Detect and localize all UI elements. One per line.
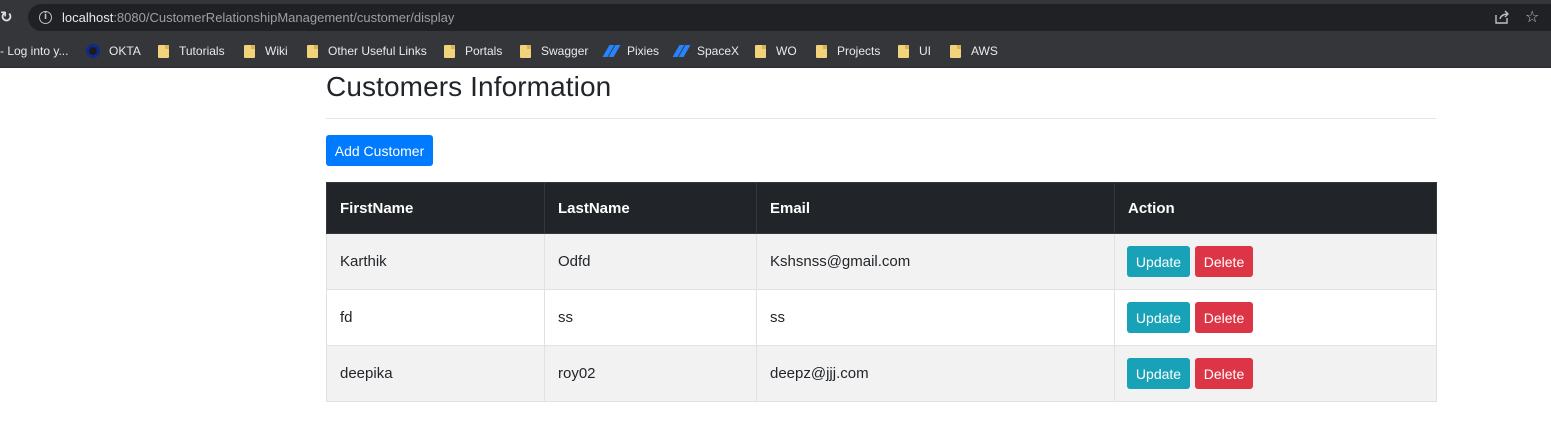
bookmark-label: Swagger [541, 44, 589, 58]
bookmark-label: Wiki [265, 44, 288, 58]
bookmark-label: UI [919, 44, 931, 58]
table-row: deepika roy02 deepz@jjj.com Update Delet… [326, 345, 1437, 402]
folder-icon [158, 44, 169, 58]
cell-lastname: roy02 [544, 345, 757, 402]
cell-actions: Update Delete [1114, 345, 1437, 402]
page-title: Customers Information [326, 71, 612, 102]
url-text[interactable]: localhost:8080/CustomerRelationshipManag… [62, 10, 454, 25]
bookmark-log-into[interactable]: - Log into y... [0, 42, 68, 60]
cell-email: ss [756, 289, 1115, 346]
header-email: Email [756, 182, 1115, 234]
bookmark-other-useful-links[interactable]: Other Useful Links [307, 42, 427, 60]
table-row: Karthik Odfd Kshsnss@gmail.com Update De… [326, 233, 1437, 290]
bookmark-portals[interactable]: Portals [444, 42, 502, 60]
cell-firstname: fd [326, 289, 545, 346]
bookmark-label: Other Useful Links [328, 44, 427, 58]
update-button[interactable]: Update [1127, 358, 1190, 389]
star-icon[interactable]: ☆ [1525, 7, 1539, 26]
folder-icon [898, 44, 909, 58]
cell-email: deepz@jjj.com [756, 345, 1115, 402]
bookmark-projects[interactable]: Projects [816, 42, 880, 60]
bookmark-swagger[interactable]: Swagger [520, 42, 588, 60]
bookmark-aws[interactable]: AWS [950, 42, 998, 60]
bookmark-tutorials[interactable]: Tutorials [158, 42, 225, 60]
url-path: :8080/CustomerRelationshipManagement/cus… [113, 10, 455, 25]
jira-icon [602, 44, 621, 58]
bookmark-label: Pixies [627, 44, 660, 58]
cell-lastname: ss [544, 289, 757, 346]
folder-icon [755, 44, 766, 58]
divider [326, 118, 1436, 119]
jira-icon [672, 44, 691, 58]
reload-icon[interactable]: ↻ [0, 9, 14, 25]
cell-actions: Update Delete [1114, 233, 1437, 290]
update-button[interactable]: Update [1127, 302, 1190, 333]
share-icon[interactable] [1494, 9, 1510, 25]
bookmark-label: AWS [971, 44, 998, 58]
bookmark-wiki[interactable]: Wiki [244, 42, 288, 60]
delete-button[interactable]: Delete [1195, 302, 1253, 333]
cell-firstname: deepika [326, 345, 545, 402]
header-firstname: FirstName [326, 182, 545, 234]
table-header-row: FirstName LastName Email Action [326, 182, 1437, 234]
cell-lastname: Odfd [544, 233, 757, 290]
bookmark-label: SpaceX [697, 44, 740, 58]
folder-icon [444, 44, 455, 58]
cell-email: Kshsnss@gmail.com [756, 233, 1115, 290]
bookmark-ui[interactable]: UI [898, 42, 931, 60]
update-button[interactable]: Update [1127, 246, 1190, 277]
bookmark-label: - Log into y... [0, 44, 69, 58]
bookmark-label: WO [776, 44, 797, 58]
bookmark-label: Tutorials [179, 44, 225, 58]
folder-icon [950, 44, 961, 58]
folder-icon [816, 44, 827, 58]
bookmark-wo[interactable]: WO [755, 42, 797, 60]
delete-button[interactable]: Delete [1195, 358, 1253, 389]
bookmark-spacex[interactable]: SpaceX [672, 42, 740, 60]
folder-icon [244, 44, 255, 58]
url-host: localhost [62, 10, 114, 25]
info-icon[interactable]: i [39, 11, 52, 24]
bookmark-pixies[interactable]: Pixies [602, 42, 660, 60]
folder-icon [307, 44, 318, 58]
delete-button[interactable]: Delete [1195, 246, 1253, 277]
customers-table: FirstName LastName Email Action Karthik … [326, 182, 1437, 402]
bookmark-okta[interactable]: OKTA [86, 42, 141, 60]
okta-icon [86, 44, 100, 58]
cell-firstname: Karthik [326, 233, 545, 290]
bookmark-label: Portals [465, 44, 503, 58]
table-row: fd ss ss Update Delete [326, 289, 1437, 346]
add-customer-button[interactable]: Add Customer [326, 135, 433, 166]
bookmark-label: Projects [837, 44, 881, 58]
cell-actions: Update Delete [1114, 289, 1437, 346]
header-lastname: LastName [544, 182, 757, 234]
folder-icon [520, 44, 531, 58]
bookmarks-bar: - Log into y... OKTA Tutorials Wiki Othe… [0, 35, 1551, 68]
header-action: Action [1114, 182, 1437, 234]
browser-toolbar: ↻ i localhost:8080/CustomerRelationshipM… [0, 0, 1551, 35]
bookmark-label: OKTA [109, 44, 141, 58]
address-bar[interactable]: i localhost:8080/CustomerRelationshipMan… [28, 4, 1551, 31]
